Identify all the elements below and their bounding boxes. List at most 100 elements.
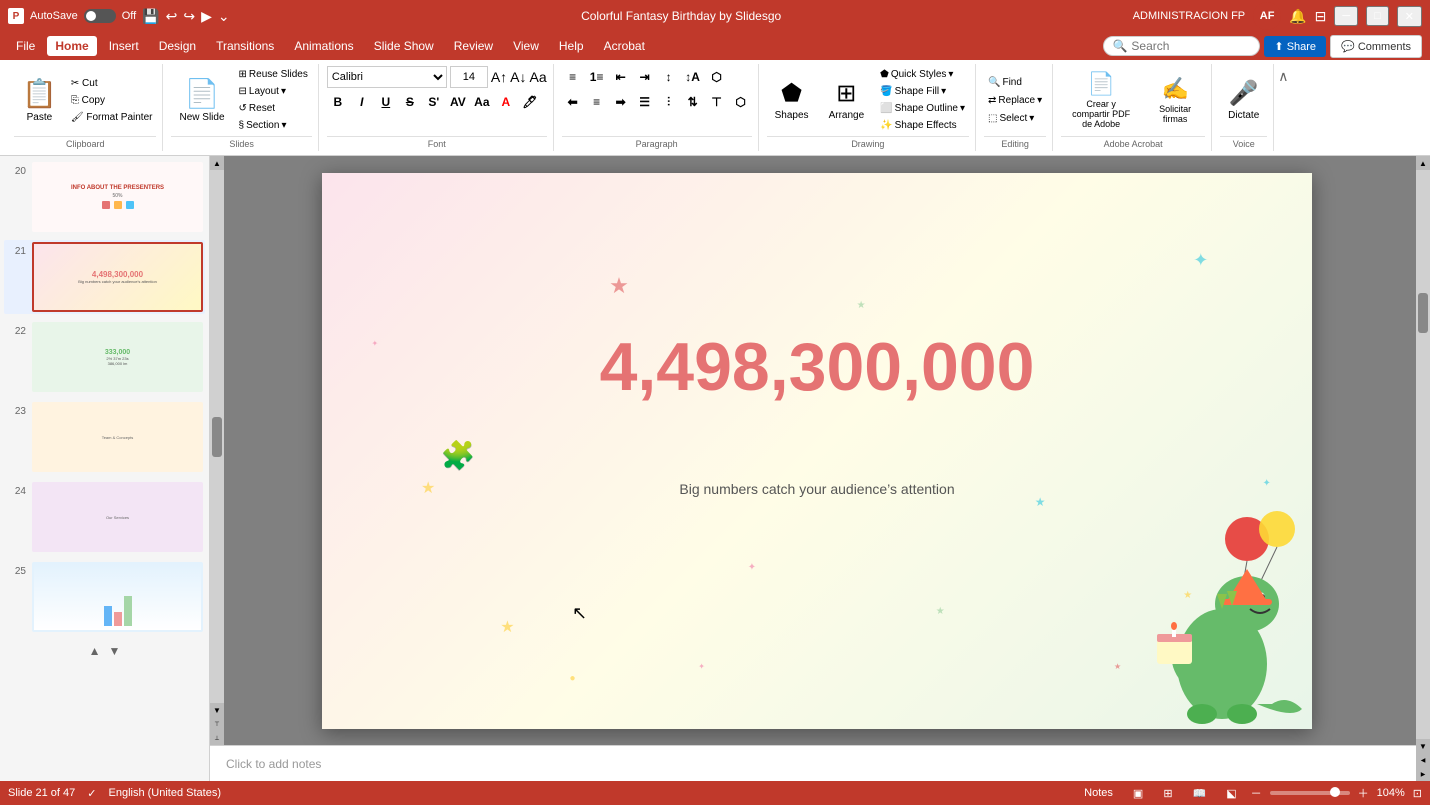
underline-button[interactable]: U	[375, 91, 397, 113]
panel-scroll-down[interactable]: ▼	[109, 644, 121, 658]
increase-indent-button[interactable]: ⇥	[634, 66, 656, 88]
undo-icon[interactable]: ↩	[166, 8, 178, 25]
reset-button[interactable]: ↺ Reset	[235, 101, 312, 116]
quick-styles-button[interactable]: ⬟ Quick Styles ▾	[876, 67, 969, 82]
menu-review[interactable]: Review	[446, 36, 501, 56]
font-color-button[interactable]: A	[495, 91, 517, 113]
slide-thumb-22[interactable]: 22 333,000 2% 37m 23s 386,000 lm	[4, 320, 205, 394]
slide-thumb-25[interactable]: 25	[4, 560, 205, 634]
slide-preview-25[interactable]	[32, 562, 203, 632]
scroll-to-bottom-arrow[interactable]: ⊥	[210, 731, 224, 745]
paste-button[interactable]: 📋 Paste	[14, 66, 65, 134]
italic-button[interactable]: I	[351, 91, 373, 113]
scroll-to-top-arrow[interactable]: ⊤	[210, 717, 224, 731]
view-slide-sorter-button[interactable]: ⊞	[1157, 785, 1178, 802]
ribbon-collapse-icon[interactable]: ⊟	[1315, 8, 1327, 25]
notes-bar[interactable]: Click to add notes	[210, 745, 1416, 781]
new-slide-button[interactable]: 📄 New Slide	[171, 66, 232, 134]
comments-button[interactable]: 💬 Comments	[1330, 35, 1422, 58]
char-spacing-button[interactable]: AV	[447, 91, 469, 113]
select-button[interactable]: ⬚ Select ▾	[984, 111, 1046, 126]
slide-content[interactable]: ★ ★ ✦ ★ ★ ✦ ★ ★ ✦ ★ ✦ ★ ✦ ● 4,498,3	[322, 173, 1312, 729]
create-pdf-button[interactable]: 📄 Crear y compartir PDF de Adobe	[1061, 66, 1141, 134]
customize-icon[interactable]: ⌄	[218, 8, 230, 25]
right-scroll-next[interactable]: ▶	[1416, 767, 1430, 781]
slide-canvas[interactable]: ★ ★ ✦ ★ ★ ✦ ★ ★ ✦ ★ ✦ ★ ✦ ● 4,498,3	[210, 156, 1416, 745]
view-presenter-button[interactable]: ⬕	[1220, 785, 1242, 802]
align-text-button[interactable]: ⊤	[706, 91, 728, 113]
text-shadow-button[interactable]: S'	[423, 91, 445, 113]
shape-effects-button[interactable]: ✨ Shape Effects	[876, 118, 969, 133]
maximize-button[interactable]: □	[1366, 6, 1389, 26]
reuse-slides-button[interactable]: ⊞ Reuse Slides	[235, 67, 312, 82]
scroll-down-arrow[interactable]: ▼	[210, 703, 224, 717]
user-avatar[interactable]: AF	[1253, 2, 1281, 30]
slide-thumb-20[interactable]: 20 INFO ABOUT THE PRESENTERS 50%	[4, 160, 205, 234]
view-normal-button[interactable]: ▣	[1127, 785, 1149, 802]
dictate-button[interactable]: 🎤 Dictate	[1220, 66, 1267, 134]
align-left-button[interactable]: ⬅	[562, 91, 584, 113]
minimize-button[interactable]: ─	[1334, 6, 1358, 26]
right-scroll-up[interactable]: ▲	[1416, 156, 1430, 170]
layout-button[interactable]: ⊟ Layout ▾	[235, 84, 312, 99]
search-box[interactable]: 🔍	[1103, 36, 1260, 56]
menu-acrobat[interactable]: Acrobat	[596, 36, 653, 56]
slide-thumb-23[interactable]: 23 Team & Concepts	[4, 400, 205, 474]
section-button[interactable]: § Section ▾	[235, 118, 312, 133]
strikethrough-button[interactable]: S	[399, 91, 421, 113]
highlight-button[interactable]: 🖊	[519, 91, 541, 113]
zoom-out-button[interactable]: －	[1251, 785, 1262, 801]
zoom-in-button[interactable]: ＋	[1358, 785, 1369, 801]
menu-design[interactable]: Design	[151, 36, 204, 56]
shapes-button[interactable]: ⬟ Shapes	[767, 66, 817, 134]
sort-button[interactable]: ↕A	[682, 66, 704, 88]
smartart-button[interactable]: ⬡	[730, 91, 752, 113]
ribbon-collapse-btn[interactable]: ∧	[1278, 68, 1288, 85]
solicitar-button[interactable]: ✍ Solicitar firmas	[1145, 66, 1205, 134]
fit-slide-button[interactable]: ⊡	[1413, 787, 1422, 800]
menu-animations[interactable]: Animations	[286, 36, 361, 56]
decrease-font-button[interactable]: A↓	[510, 69, 526, 85]
menu-transitions[interactable]: Transitions	[208, 36, 282, 56]
menu-home[interactable]: Home	[47, 36, 96, 56]
format-painter-button[interactable]: 🖌 Format Painter	[67, 110, 157, 125]
right-scroll-prev[interactable]: ◀	[1416, 753, 1430, 767]
line-spacing-button[interactable]: ↕	[658, 66, 680, 88]
zoom-slider[interactable]	[1270, 791, 1350, 795]
scroll-thumb[interactable]	[212, 417, 222, 457]
autosave-toggle[interactable]	[84, 9, 116, 23]
font-name-select[interactable]: Calibri	[327, 66, 447, 88]
present-icon[interactable]: ▶	[201, 8, 212, 25]
shape-fill-button[interactable]: 🪣 Shape Fill ▾	[876, 84, 969, 99]
menu-file[interactable]: File	[8, 36, 43, 56]
slide-thumb-21[interactable]: 21 4,498,300,000 Big numbers catch your …	[4, 240, 205, 314]
notes-button[interactable]: Notes	[1078, 785, 1119, 801]
redo-icon[interactable]: ↪	[183, 8, 195, 25]
slide-preview-20[interactable]: INFO ABOUT THE PRESENTERS 50%	[32, 162, 203, 232]
arrange-button[interactable]: ⊞ Arrange	[821, 66, 873, 134]
slide-preview-23[interactable]: Team & Concepts	[32, 402, 203, 472]
search-input[interactable]	[1131, 39, 1251, 53]
slide-preview-21[interactable]: 4,498,300,000 Big numbers catch your aud…	[32, 242, 203, 312]
bullets-button[interactable]: ≡	[562, 66, 584, 88]
convert-to-smartart-button[interactable]: ⬡	[706, 66, 728, 88]
cut-button[interactable]: ✂ Cut	[67, 76, 157, 91]
bell-icon[interactable]: 🔔	[1289, 8, 1306, 25]
text-direction-button[interactable]: ⇅	[682, 91, 704, 113]
spell-check-icon[interactable]: ✓	[87, 787, 96, 800]
right-scroll-down[interactable]: ▼	[1416, 739, 1430, 753]
puzzle-icon[interactable]: 🧩	[441, 439, 476, 472]
align-right-button[interactable]: ➡	[610, 91, 632, 113]
change-case-button[interactable]: Aa	[471, 91, 493, 113]
slide-thumb-24[interactable]: 24 Our Services	[4, 480, 205, 554]
copy-button[interactable]: ⎘ Copy	[67, 93, 157, 108]
clear-format-button[interactable]: Aa	[530, 69, 547, 85]
panel-scroll-up[interactable]: ▲	[89, 644, 101, 658]
view-reading-button[interactable]: 📖	[1187, 785, 1213, 802]
align-center-button[interactable]: ≡	[586, 91, 608, 113]
menu-help[interactable]: Help	[551, 36, 592, 56]
shape-outline-button[interactable]: ⬜ Shape Outline ▾	[876, 101, 969, 116]
slide-preview-24[interactable]: Our Services	[32, 482, 203, 552]
replace-button[interactable]: ⇄ Replace ▾	[984, 93, 1046, 108]
right-scroll-thumb[interactable]	[1418, 293, 1428, 333]
